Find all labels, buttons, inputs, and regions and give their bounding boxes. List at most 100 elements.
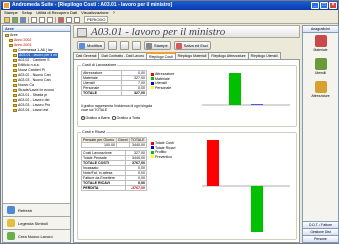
registry-label: Utensili bbox=[314, 71, 327, 75]
folder-icon bbox=[9, 39, 13, 42]
action-bar: Modifica Stampe Salva ed Esci bbox=[73, 39, 300, 51]
tab-riepilogo-materiali[interactable]: Riepilogo Materiali bbox=[174, 52, 210, 59]
period-selector[interactable]: PERIODO bbox=[84, 16, 109, 23]
exit-icon bbox=[175, 42, 182, 49]
title-bar: Andromeda Suite - [Riepilogo Costi : A03… bbox=[1, 1, 338, 10]
cell-value[interactable] bbox=[116, 142, 130, 148]
legend-label: Profitto bbox=[155, 150, 167, 155]
refresh-button[interactable]: Refresh bbox=[3, 203, 70, 216]
gestione-dist-button[interactable]: Gestione Dist bbox=[303, 228, 338, 235]
chart-note: Il grafico rappresenta l'incidenza di og… bbox=[81, 104, 153, 112]
window-title: Andromeda Suite - [Riepilogo Costi : A03… bbox=[12, 2, 173, 8]
registry-label: Materiale bbox=[313, 48, 328, 52]
registry-header[interactable]: Anagrafiche bbox=[303, 26, 338, 33]
tools-icon bbox=[314, 58, 327, 70]
legend-label: Utensili bbox=[155, 81, 167, 86]
printer-icon bbox=[145, 42, 152, 49]
cell-value[interactable]: 100,00 bbox=[80, 142, 118, 148]
legend-swatch bbox=[151, 77, 154, 81]
bar-materiale bbox=[228, 73, 242, 105]
help-icon[interactable] bbox=[74, 16, 80, 23]
first-record-button[interactable] bbox=[107, 40, 117, 50]
calendar-icon[interactable] bbox=[58, 16, 64, 23]
legend-label: Totale Ricavi bbox=[155, 145, 176, 150]
column-header: Pensate per Giorno bbox=[80, 137, 118, 143]
folder-icon bbox=[13, 109, 17, 112]
tab-riepilogo-utensili[interactable]: Riepilogo Utensili bbox=[247, 52, 281, 59]
registry-panel: Anagrafiche Materiale Utensili Attrezzat… bbox=[302, 25, 339, 243]
job-icon bbox=[77, 28, 87, 37]
material-icon bbox=[314, 35, 327, 47]
print-icon[interactable] bbox=[20, 16, 26, 23]
row-value: -3767,00 bbox=[124, 185, 148, 191]
legend-label: Materiale bbox=[155, 76, 170, 81]
bar-totale-costi bbox=[206, 140, 220, 186]
print-button[interactable]: Stampe bbox=[143, 40, 171, 50]
find-icon[interactable] bbox=[66, 16, 72, 23]
radio-pie-chart[interactable]: Grafico a Torta bbox=[112, 116, 140, 120]
new-job-button[interactable]: Crea Nuovo Lavoro bbox=[3, 229, 70, 242]
equipment-icon bbox=[314, 81, 327, 93]
new-job-icon bbox=[7, 232, 15, 240]
tab-riepilogo-attrezzature[interactable]: Riepilogo Attrezzature bbox=[208, 52, 249, 59]
costi-ricavi-chart bbox=[202, 140, 290, 232]
folder-icon bbox=[13, 89, 17, 92]
job-tree: Aree Anno 2002 Anno 2003 Commessa 1-A6 ( la… bbox=[3, 32, 70, 113]
save-icon[interactable] bbox=[12, 16, 18, 23]
column-header: TOTALE bbox=[128, 137, 148, 143]
costi-lavorazione-title: Costi di Lavorazione bbox=[81, 63, 118, 67]
radio-label: Grafico a Torta bbox=[116, 116, 141, 120]
radio-bar-chart[interactable]: Grafico a Barre bbox=[81, 116, 110, 120]
folder-icon bbox=[13, 54, 17, 57]
copy-icon[interactable] bbox=[39, 16, 45, 23]
folder-icon bbox=[9, 44, 13, 47]
legend-label: Preventivo bbox=[155, 154, 172, 159]
costi-lavorazione-chart bbox=[202, 73, 290, 106]
radio-label: Grafico a Barre bbox=[85, 116, 110, 120]
next-record-button[interactable] bbox=[131, 40, 141, 50]
radio-dot bbox=[81, 116, 85, 120]
table-header-row: Pensate per Giorno Giorni TOTALE bbox=[80, 137, 148, 143]
cell-value: 3440,00 bbox=[128, 142, 148, 148]
paste-icon[interactable] bbox=[47, 16, 53, 23]
tree-item[interactable]: A03.04 - Lavori est bbox=[5, 108, 70, 113]
tree-item-label: A03.04 - Lavori est bbox=[18, 108, 49, 112]
legend-icon bbox=[7, 219, 15, 227]
cut-icon[interactable] bbox=[31, 16, 37, 23]
tab-dati-contratto[interactable]: Dati Contratto - Dati Lavoro bbox=[98, 52, 148, 59]
ddt-fatture-button[interactable]: D.D.T. / Fatture bbox=[303, 221, 338, 228]
tab-dati-generali[interactable]: Dati Generali bbox=[73, 52, 100, 59]
modify-button[interactable]: Modifica bbox=[77, 40, 105, 50]
close-button[interactable]: × bbox=[329, 2, 337, 9]
costi-lavorazione-legend: Attrezzature Materiale Utensili Personal… bbox=[151, 72, 174, 90]
pensate-table: Pensate per Giorno Giorni TOTALE 100,00 … bbox=[80, 137, 148, 148]
tab-panel: Costi di Lavorazione Attrezzature 0,00 Ma… bbox=[73, 59, 300, 243]
costi-ricavi-legend: Totale Costi Totale Ricavi Profitto Prev… bbox=[151, 141, 175, 159]
registry-equipment[interactable]: Attrezzature bbox=[303, 79, 338, 102]
registry-material[interactable]: Materiale bbox=[303, 33, 338, 56]
folder-icon bbox=[13, 59, 17, 62]
prev-record-button[interactable] bbox=[119, 40, 129, 50]
tab-strip: Dati Generali Dati Contratto - Dati Lavo… bbox=[73, 52, 300, 60]
maximize-button[interactable]: □ bbox=[320, 2, 328, 9]
open-icon[interactable] bbox=[4, 16, 10, 23]
radio-dot bbox=[112, 116, 116, 120]
total-row: TOTALE 327,00 bbox=[81, 90, 148, 96]
minimize-button[interactable]: _ bbox=[311, 2, 319, 9]
costi-lavorazione-table: Attrezzature 0,00 Materiale 327,00 Utensil… bbox=[81, 70, 148, 96]
save-exit-button[interactable]: Salva ed Esci bbox=[173, 40, 211, 50]
costi-ricavi-title: Costi e Ricavi bbox=[81, 130, 107, 134]
legend-button[interactable]: Legenda Simboli bbox=[3, 216, 70, 229]
folder-icon bbox=[13, 49, 17, 52]
legend-item: Preventivo bbox=[151, 155, 175, 160]
legend-swatch bbox=[151, 141, 154, 145]
folder-icon bbox=[13, 104, 17, 107]
modify-label: Modifica bbox=[87, 42, 102, 48]
row-value: 327,00 bbox=[120, 90, 148, 96]
registry-tools[interactable]: Utensili bbox=[303, 56, 338, 79]
toolbar-separator bbox=[28, 16, 29, 23]
app-window: Andromeda Suite - [Riepilogo Costi : A03… bbox=[0, 0, 339, 244]
persone-button[interactable]: Persone bbox=[303, 235, 338, 242]
folder-icon bbox=[5, 34, 9, 37]
legend-swatch bbox=[151, 155, 154, 159]
